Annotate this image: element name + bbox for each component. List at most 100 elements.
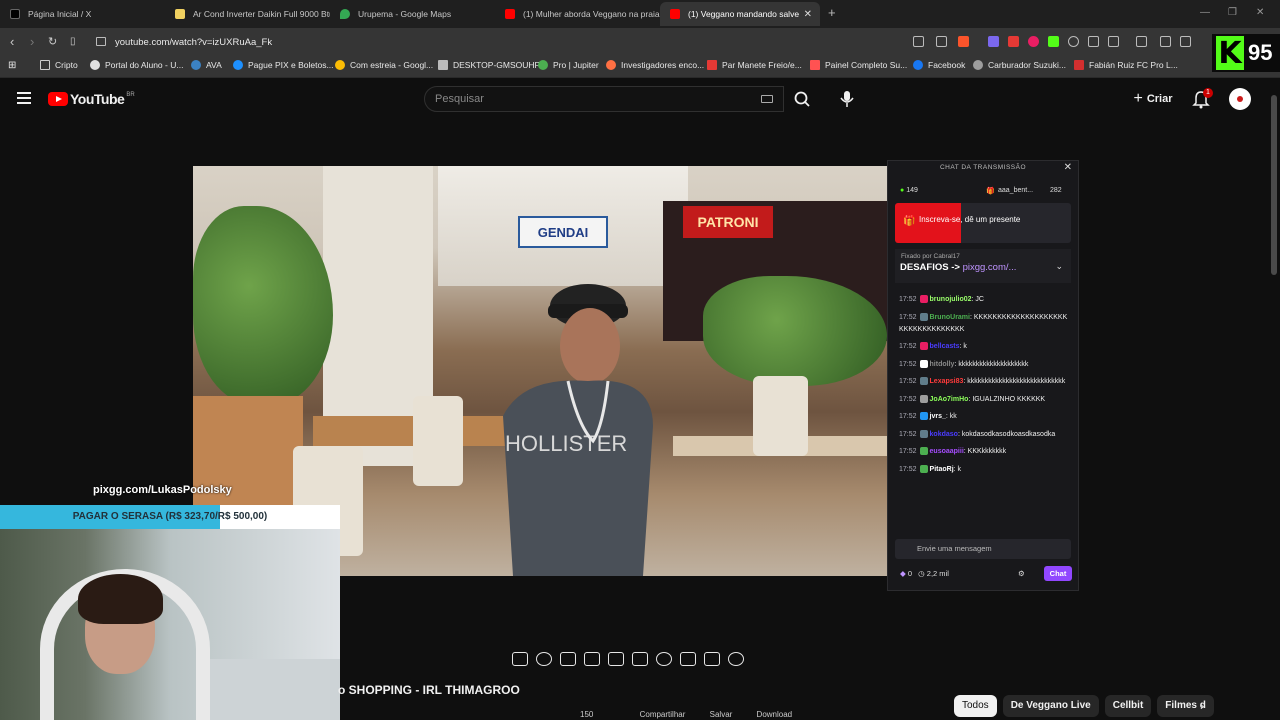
- camera-icon[interactable]: [704, 652, 720, 666]
- bookmark-com-estreia[interactable]: Com estreia - Googl...: [335, 60, 433, 70]
- bookmark-ava[interactable]: AVA: [191, 60, 222, 70]
- close-chat-icon[interactable]: ✕: [1064, 162, 1072, 173]
- create-button[interactable]: + Criar: [1124, 87, 1182, 111]
- media-icon[interactable]: [1160, 36, 1171, 47]
- save-button[interactable]: Salvar: [710, 710, 733, 719]
- close-tab-icon[interactable]: ✕: [804, 9, 812, 20]
- install-app-icon[interactable]: [913, 36, 924, 47]
- pinned-link[interactable]: pixgg.com/...: [963, 262, 1017, 273]
- download-button[interactable]: Download: [757, 710, 793, 719]
- chat-username[interactable]: Lexapsi83: [930, 378, 964, 385]
- kick-extension-icon[interactable]: [1048, 36, 1059, 47]
- close-window-button[interactable]: ✕: [1256, 7, 1264, 18]
- apps-icon[interactable]: ⊞: [8, 60, 16, 71]
- chip-de-veggano-live[interactable]: De Veggano Live: [1002, 695, 1099, 717]
- url-field[interactable]: youtube.com/watch?v=izUXRuAa_Fk: [90, 32, 910, 52]
- bookmark-desktop[interactable]: DESKTOP-GMSOUHF: [438, 60, 540, 70]
- tab-daikin[interactable]: Ar Cond Inverter Daikin Full 9000 Btu: [165, 2, 330, 26]
- chat-username[interactable]: hitdolly: [930, 361, 955, 368]
- download-icon[interactable]: [1136, 36, 1147, 47]
- chat-message: 17:52 BrunoUrami: KKKKKKKKKKKKKKKKKKKKKKK…: [899, 312, 1068, 333]
- page-scrollbar[interactable]: [1271, 95, 1277, 275]
- chat-username[interactable]: brunojulio02: [930, 296, 972, 303]
- chat-username[interactable]: bellcasts: [930, 343, 960, 350]
- audio-icon[interactable]: [536, 652, 552, 666]
- reload-icon[interactable]: ↻: [48, 35, 57, 48]
- search-button[interactable]: [784, 86, 822, 112]
- picture-in-picture-icon[interactable]: [608, 652, 624, 666]
- subtitles-icon[interactable]: [560, 652, 576, 666]
- brave-shield-icon[interactable]: [958, 36, 969, 47]
- share-button[interactable]: Compartilhar: [640, 710, 686, 719]
- share-icon[interactable]: [936, 36, 947, 47]
- bookmark-investigadores[interactable]: Investigadores enco...: [606, 60, 704, 70]
- bookmark-carburador[interactable]: Carburador Suzuki...: [973, 60, 1066, 70]
- back-button[interactable]: ‹: [10, 34, 14, 49]
- youtube-wordmark: YouTube: [70, 91, 125, 107]
- bookmark-cripto[interactable]: Cripto: [40, 60, 78, 70]
- browser-tab-bar: Página Inicial / X Ar Cond Inverter Daik…: [0, 0, 1280, 28]
- new-tab-button[interactable]: +: [828, 5, 836, 20]
- bookmark-fabian-ruiz[interactable]: Fabián Ruiz FC Pro L...: [1074, 60, 1178, 70]
- bookmark-icon[interactable]: ▯: [70, 36, 76, 47]
- chat-username[interactable]: eusoaapiii: [930, 448, 964, 455]
- extension-icon[interactable]: [988, 36, 999, 47]
- chip-cellbit[interactable]: Cellbit: [1104, 695, 1152, 717]
- chat-username[interactable]: JoAo7imHo: [930, 396, 969, 403]
- subscribe-card[interactable]: 🎁 Inscreva-se, dê um presente: [895, 203, 1071, 243]
- cinema-mode-icon[interactable]: [632, 652, 648, 666]
- chat-send-button[interactable]: Chat: [1044, 566, 1072, 581]
- youtube-icon: [505, 9, 515, 19]
- extension-icon[interactable]: [1068, 36, 1079, 47]
- chat-username[interactable]: BrunoUrami: [930, 314, 970, 321]
- video-scene-plant: [193, 206, 333, 406]
- site-info-icon[interactable]: [96, 37, 106, 46]
- tab-youtube-1[interactable]: (1) Mulher aborda Veggano na praia: [495, 2, 660, 26]
- chat-message-input[interactable]: Envie uma mensagem: [895, 539, 1071, 559]
- search-input[interactable]: Pesquisar: [424, 86, 784, 112]
- chat-username[interactable]: jvrs_: [930, 413, 946, 420]
- tab-youtube-active[interactable]: (1) Veggano mandando salve ✕: [660, 2, 820, 26]
- tab-google-maps[interactable]: Urupema - Google Maps: [330, 2, 495, 26]
- puzzle-icon[interactable]: [1088, 36, 1099, 47]
- video-scene-sign: PATRONI: [683, 206, 773, 238]
- chat-username[interactable]: PitaoRj: [930, 466, 954, 473]
- account-avatar[interactable]: [1229, 88, 1251, 110]
- extension-icon[interactable]: [1028, 36, 1039, 47]
- streamer-webcam: [0, 529, 340, 720]
- settings-gear-icon[interactable]: [728, 652, 744, 666]
- loop-icon[interactable]: [512, 652, 528, 666]
- hamburger-menu-icon[interactable]: [17, 92, 31, 104]
- sidebar-icon[interactable]: [1180, 36, 1191, 47]
- bookmark-facebook[interactable]: Facebook: [913, 60, 965, 70]
- settings-gear-icon[interactable]: ⚙: [1018, 569, 1025, 578]
- maximize-button[interactable]: ❐: [1228, 7, 1237, 18]
- chat-username[interactable]: kokdaso: [930, 431, 958, 438]
- minimize-button[interactable]: —: [1200, 7, 1210, 18]
- speed-icon[interactable]: [656, 652, 672, 666]
- bookmark-painel[interactable]: Painel Completo Su...: [810, 60, 907, 70]
- chat-message: 17:52 eusoaapiii: KKKkkkkkkk: [899, 447, 1007, 456]
- chip-all[interactable]: Todos: [954, 695, 997, 717]
- add-clip-icon[interactable]: [680, 652, 696, 666]
- bookmark-par-manete[interactable]: Par Manete Freio/e...: [707, 60, 802, 70]
- youtube-logo[interactable]: YouTube BR: [48, 91, 135, 107]
- chevron-right-icon[interactable]: ›: [1200, 699, 1204, 713]
- tab-x-home[interactable]: Página Inicial / X: [0, 2, 165, 26]
- chip-filmes[interactable]: Filmes d: [1157, 695, 1214, 717]
- like-button[interactable]: 150: [580, 710, 593, 719]
- extension-icon[interactable]: [1008, 36, 1019, 47]
- film-icon[interactable]: [584, 652, 600, 666]
- bookmark-jupiter[interactable]: Pro | Jupiter: [538, 60, 599, 70]
- video-scene-sign: GENDAI: [518, 216, 608, 248]
- forward-button[interactable]: ›: [30, 34, 34, 49]
- microphone-icon: [840, 91, 854, 107]
- bookmark-pague-pix[interactable]: Pague PIX e Boletos...: [233, 60, 334, 70]
- chevron-down-icon[interactable]: ⌄: [1055, 261, 1063, 272]
- chat-timestamp: 17:52: [899, 360, 917, 368]
- pinned-message[interactable]: Fixado por Cabral17 DESAFIOS -> pixgg.co…: [895, 249, 1071, 283]
- voice-search-button[interactable]: [836, 87, 858, 111]
- screenshot-icon[interactable]: [1108, 36, 1119, 47]
- bookmark-portal-aluno[interactable]: Portal do Aluno - U...: [90, 60, 183, 70]
- keyboard-icon[interactable]: [761, 95, 773, 103]
